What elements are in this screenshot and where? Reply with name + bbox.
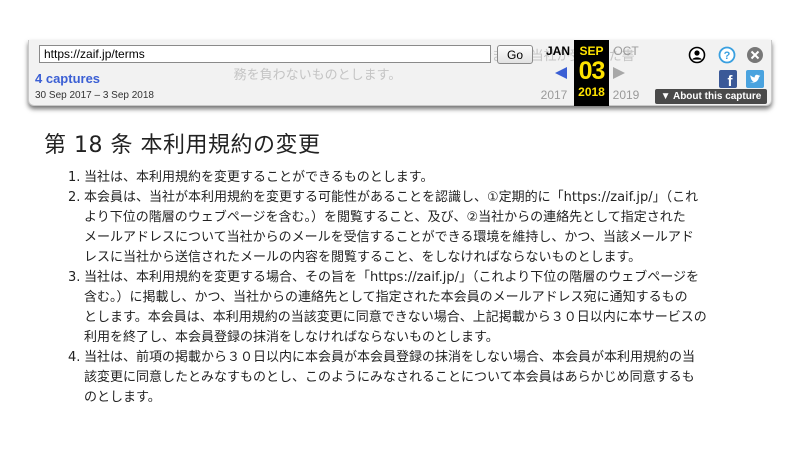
facebook-icon[interactable]: f [719,70,737,88]
current-day: 03 [578,57,606,85]
go-button[interactable]: Go [497,45,533,64]
prev-year-label: 2017 [540,88,568,102]
list-item: 4. 当社は、前項の掲載から３０日以内に本会員が本会員登録の抹消をしない場合、本… [68,348,764,408]
current-month: SEP [579,44,604,58]
prev-arrow-icon[interactable] [554,66,568,80]
item-line: 本会員は、当社が本利用規約を変更する可能性があることを認識し、①定期的に「htt… [84,190,699,205]
item-line: レスに当社から送信されたメールの内容を閲覧すること、をしなければならないものとし… [84,250,642,265]
next-arrow-icon [613,67,625,79]
item-line: 当社は、本利用規約を変更する場合、その旨を「https://zaif.jp/」（… [84,270,699,285]
prev-month-link[interactable]: JAN [539,44,577,58]
item-line: のとします。 [84,390,161,405]
terms-list: 1. 当社は、本利用規約を変更することができるものとします。 2. 本会員は、当… [68,168,764,408]
svg-text:?: ? [724,50,731,62]
help-icon[interactable]: ? [718,46,736,64]
item-line: 利用を終了し、本会員登録の抹消をしなければならないものとします。 [84,330,499,345]
item-line: 当社は、本利用規約を変更することができるものとします。 [84,170,434,185]
about-capture-button[interactable]: ▼ About this capture [655,89,767,104]
ghost-line: 務を負わないものとします。 [89,68,402,83]
next-year-label: 2019 [612,88,640,102]
item-line: 当社は、前項の掲載から３０日以内に本会員が本会員登録の抹消をしない場合、本会員が… [84,350,696,365]
list-item: 3. 当社は、本利用規約を変更する場合、その旨を「https://zaif.jp… [68,268,764,348]
item-line: メールアドレスについて当社からのメールを受信することができる環境を維持し、かつ、… [84,230,694,245]
close-icon[interactable] [746,46,764,64]
wayback-toolbar: サービスの利用に係る契約が終了した場合でも、当社は、当該終了時までに当社が受領し… [28,40,772,106]
item-line: 該変更に同意したとみなすものとし、このようにみなされることについて本会員はあらか… [84,370,695,385]
list-item: 2. 本会員は、当社が本利用規約を変更する可能性があることを認識し、①定期的に「… [68,188,764,268]
item-number: 4. [68,350,81,365]
user-icon[interactable] [688,46,706,64]
current-capture-date: SEP 03 2018 [574,40,609,106]
captures-link[interactable]: 4 captures [35,71,100,86]
url-input[interactable] [39,45,491,63]
item-number: 1. [68,170,81,185]
twitter-icon[interactable] [746,70,764,88]
item-line: 含む。）に掲載し、かつ、当社からの連絡先として指定された本会員のメールアドレス宛… [84,290,688,305]
page-title: 第 18 条 本利用規約の変更 [44,133,321,158]
item-line: とします。本会員は、本利用規約の当該変更に同意できない場合、上記掲載から３０日以… [84,310,707,325]
capture-date-range: 30 Sep 2017 – 3 Sep 2018 [35,90,154,101]
list-item: 1. 当社は、本利用規約を変更することができるものとします。 [68,168,764,188]
item-number: 2. [68,190,81,205]
item-number: 3. [68,270,81,285]
current-year: 2018 [578,85,605,99]
next-month-label: OCT [613,44,639,58]
item-line: より下位の階層のウェブページを含む。）を閲覧すること、及び、②当社からの連絡先と… [84,210,686,225]
